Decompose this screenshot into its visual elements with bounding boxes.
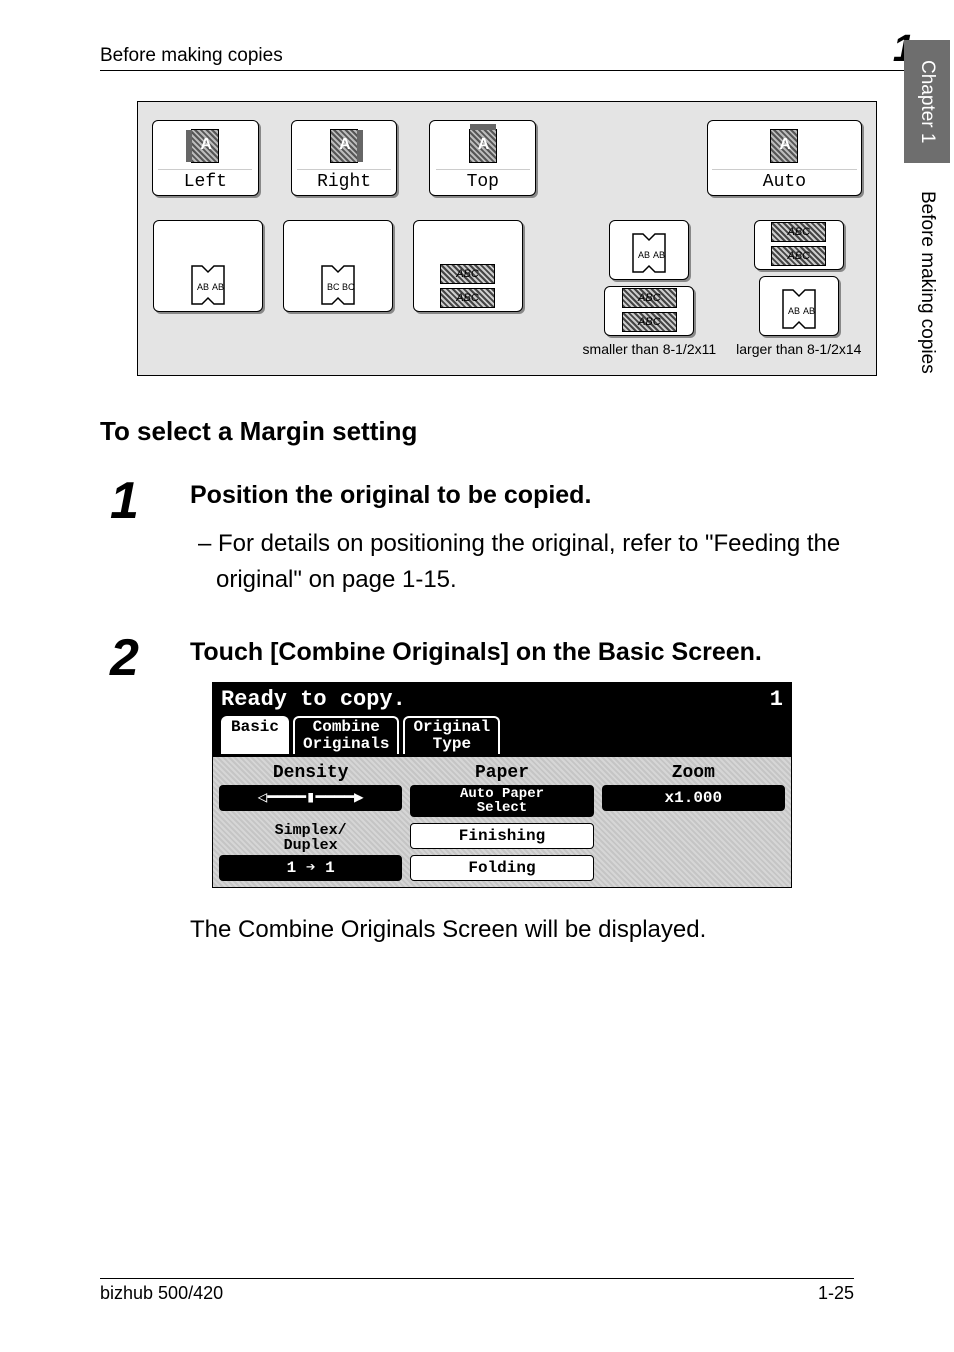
- paper-button[interactable]: Auto Paper Select: [410, 785, 593, 817]
- paper-stack-icon: [440, 264, 495, 308]
- footer-page-number: 1-25: [818, 1283, 854, 1304]
- margin-left-button[interactable]: Left: [152, 120, 259, 196]
- step-2: 2 Touch [Combine Originals] on the Basic…: [100, 632, 914, 958]
- margin-top-icon: [469, 129, 497, 163]
- auto-book-smaller[interactable]: ABAB: [609, 220, 689, 280]
- svg-text:AB: AB: [803, 306, 815, 316]
- step-2-after: The Combine Originals Screen will be dis…: [190, 912, 914, 948]
- tab-combine-originals[interactable]: Combine Originals: [293, 716, 399, 754]
- auto-stack-smaller[interactable]: [604, 286, 694, 336]
- margin-auto-button[interactable]: Auto: [707, 120, 862, 196]
- step-1-detail: For details on positioning the original,…: [190, 526, 914, 598]
- finishing-button[interactable]: Finishing: [410, 823, 593, 849]
- paper-stack-small-icon: [622, 288, 677, 332]
- auto-smaller-column: ABAB smaller than 8-1/2x11: [583, 220, 717, 357]
- sheet-abc-2: [440, 288, 495, 308]
- margin-top-label: Top: [436, 169, 530, 192]
- book-ab-large-icon: ABAB: [777, 286, 821, 332]
- step-2-title: Touch [Combine Originals] on the Basic S…: [190, 636, 914, 669]
- auto-smaller-caption: smaller than 8-1/2x11: [583, 342, 717, 357]
- margin-left-label: Left: [158, 169, 252, 192]
- zoom-label: Zoom: [602, 763, 785, 783]
- tab-original-type[interactable]: Original Type: [403, 716, 500, 754]
- panel-copies: 1: [770, 687, 783, 712]
- paper-stack-button[interactable]: [413, 220, 523, 312]
- simplex-duplex-label: Simplex/ Duplex: [219, 823, 402, 853]
- margin-right-label: Right: [297, 169, 391, 192]
- footer-model: bizhub 500/420: [100, 1283, 223, 1304]
- step-2-number: 2: [100, 632, 190, 684]
- panel-status: Ready to copy.: [221, 687, 406, 712]
- thumb-tab-chapter: Chapter 1: [904, 40, 950, 163]
- paper-label: Paper: [410, 763, 593, 783]
- step-1-title: Position the original to be copied.: [190, 479, 914, 512]
- svg-text:AB: AB: [212, 282, 224, 292]
- step-1-number: 1: [100, 475, 190, 527]
- margin-auto-label: Auto: [712, 169, 858, 192]
- tab-basic[interactable]: Basic: [221, 716, 289, 754]
- margin-right-button[interactable]: Right: [291, 120, 398, 196]
- book-bc-button[interactable]: BCBC: [283, 220, 393, 312]
- margin-auto-icon: [770, 129, 798, 163]
- step-1: 1 Position the original to be copied. Fo…: [100, 475, 914, 608]
- margin-right-icon: [330, 129, 358, 163]
- book-bc-icon: BCBC: [316, 262, 360, 308]
- paper-stack-large-icon: [771, 222, 826, 266]
- thumb-tab-section: Before making copies: [904, 171, 950, 394]
- svg-text:AB: AB: [653, 250, 665, 260]
- density-button[interactable]: ◁━━━━▮━━━━▶: [219, 785, 402, 811]
- svg-text:AB: AB: [638, 250, 650, 260]
- running-header: Before making copies 1: [100, 30, 914, 71]
- margin-left-icon: [191, 129, 219, 163]
- sheet-abc-1: [440, 264, 495, 284]
- book-ab-button[interactable]: ABAB: [153, 220, 263, 312]
- section-heading: To select a Margin setting: [100, 416, 914, 447]
- svg-text:AB: AB: [197, 282, 209, 292]
- book-ab-icon: ABAB: [186, 262, 230, 308]
- margin-setting-figure: Left Right Top Auto ABAB: [137, 101, 877, 376]
- svg-text:BC: BC: [342, 282, 355, 292]
- folding-button[interactable]: Folding: [410, 855, 593, 881]
- auto-stack-larger[interactable]: [754, 220, 844, 270]
- margin-top-button[interactable]: Top: [429, 120, 536, 196]
- thumb-tab: Chapter 1 Before making copies: [904, 40, 954, 394]
- simplex-duplex-button[interactable]: 1 ➔ 1: [219, 855, 402, 881]
- header-section: Before making copies: [100, 45, 283, 67]
- svg-text:BC: BC: [327, 282, 340, 292]
- auto-larger-caption: larger than 8-1/2x14: [736, 342, 861, 357]
- density-label: Density: [219, 763, 402, 783]
- zoom-button[interactable]: x1.000: [602, 785, 785, 811]
- auto-book-larger[interactable]: ABAB: [759, 276, 839, 336]
- page-footer: bizhub 500/420 1-25: [100, 1278, 854, 1304]
- auto-larger-column: ABAB larger than 8-1/2x14: [736, 220, 861, 357]
- basic-screen-panel: Ready to copy. 1 Basic Combine Originals…: [212, 682, 792, 888]
- svg-text:AB: AB: [788, 306, 800, 316]
- book-ab-small-icon: ABAB: [627, 230, 671, 276]
